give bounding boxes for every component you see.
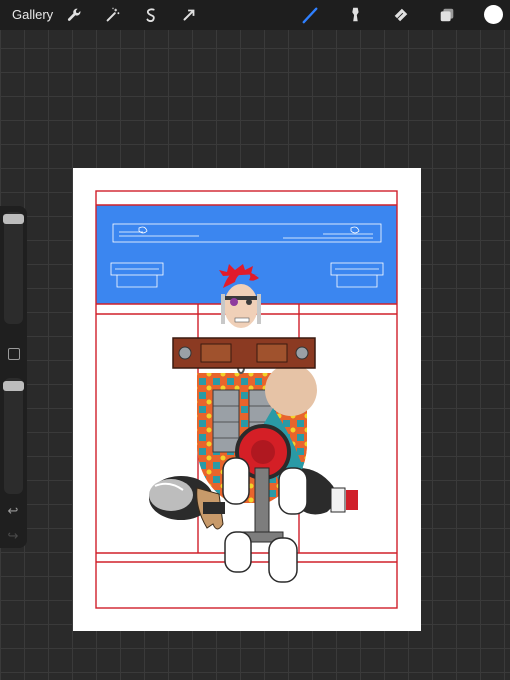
gallery-button[interactable]: Gallery: [12, 7, 53, 22]
artwork: [95, 190, 398, 609]
opacity-slider[interactable]: [3, 378, 24, 494]
magic-wand-icon[interactable]: [101, 3, 125, 27]
brush-icon[interactable]: [298, 3, 322, 27]
drawing-canvas[interactable]: [73, 168, 421, 631]
selection-icon[interactable]: [139, 3, 163, 27]
undo-icon[interactable]: ↩: [5, 504, 21, 518]
color-picker-button[interactable]: [484, 5, 503, 24]
character-illustration: [149, 264, 358, 583]
wrench-icon[interactable]: [62, 3, 86, 27]
opacity-thumb[interactable]: [3, 381, 24, 391]
brush-size-thumb[interactable]: [3, 214, 24, 224]
smudge-icon[interactable]: [343, 3, 367, 27]
layers-icon[interactable]: [435, 3, 459, 27]
modify-button[interactable]: [8, 348, 20, 360]
left-sidebar: ↩ ↪: [0, 206, 27, 548]
redo-icon[interactable]: ↪: [5, 529, 21, 543]
transform-arrow-icon[interactable]: [177, 3, 201, 27]
eraser-icon[interactable]: [389, 3, 413, 27]
brush-size-slider[interactable]: [3, 212, 24, 324]
top-toolbar: Gallery: [0, 0, 510, 30]
